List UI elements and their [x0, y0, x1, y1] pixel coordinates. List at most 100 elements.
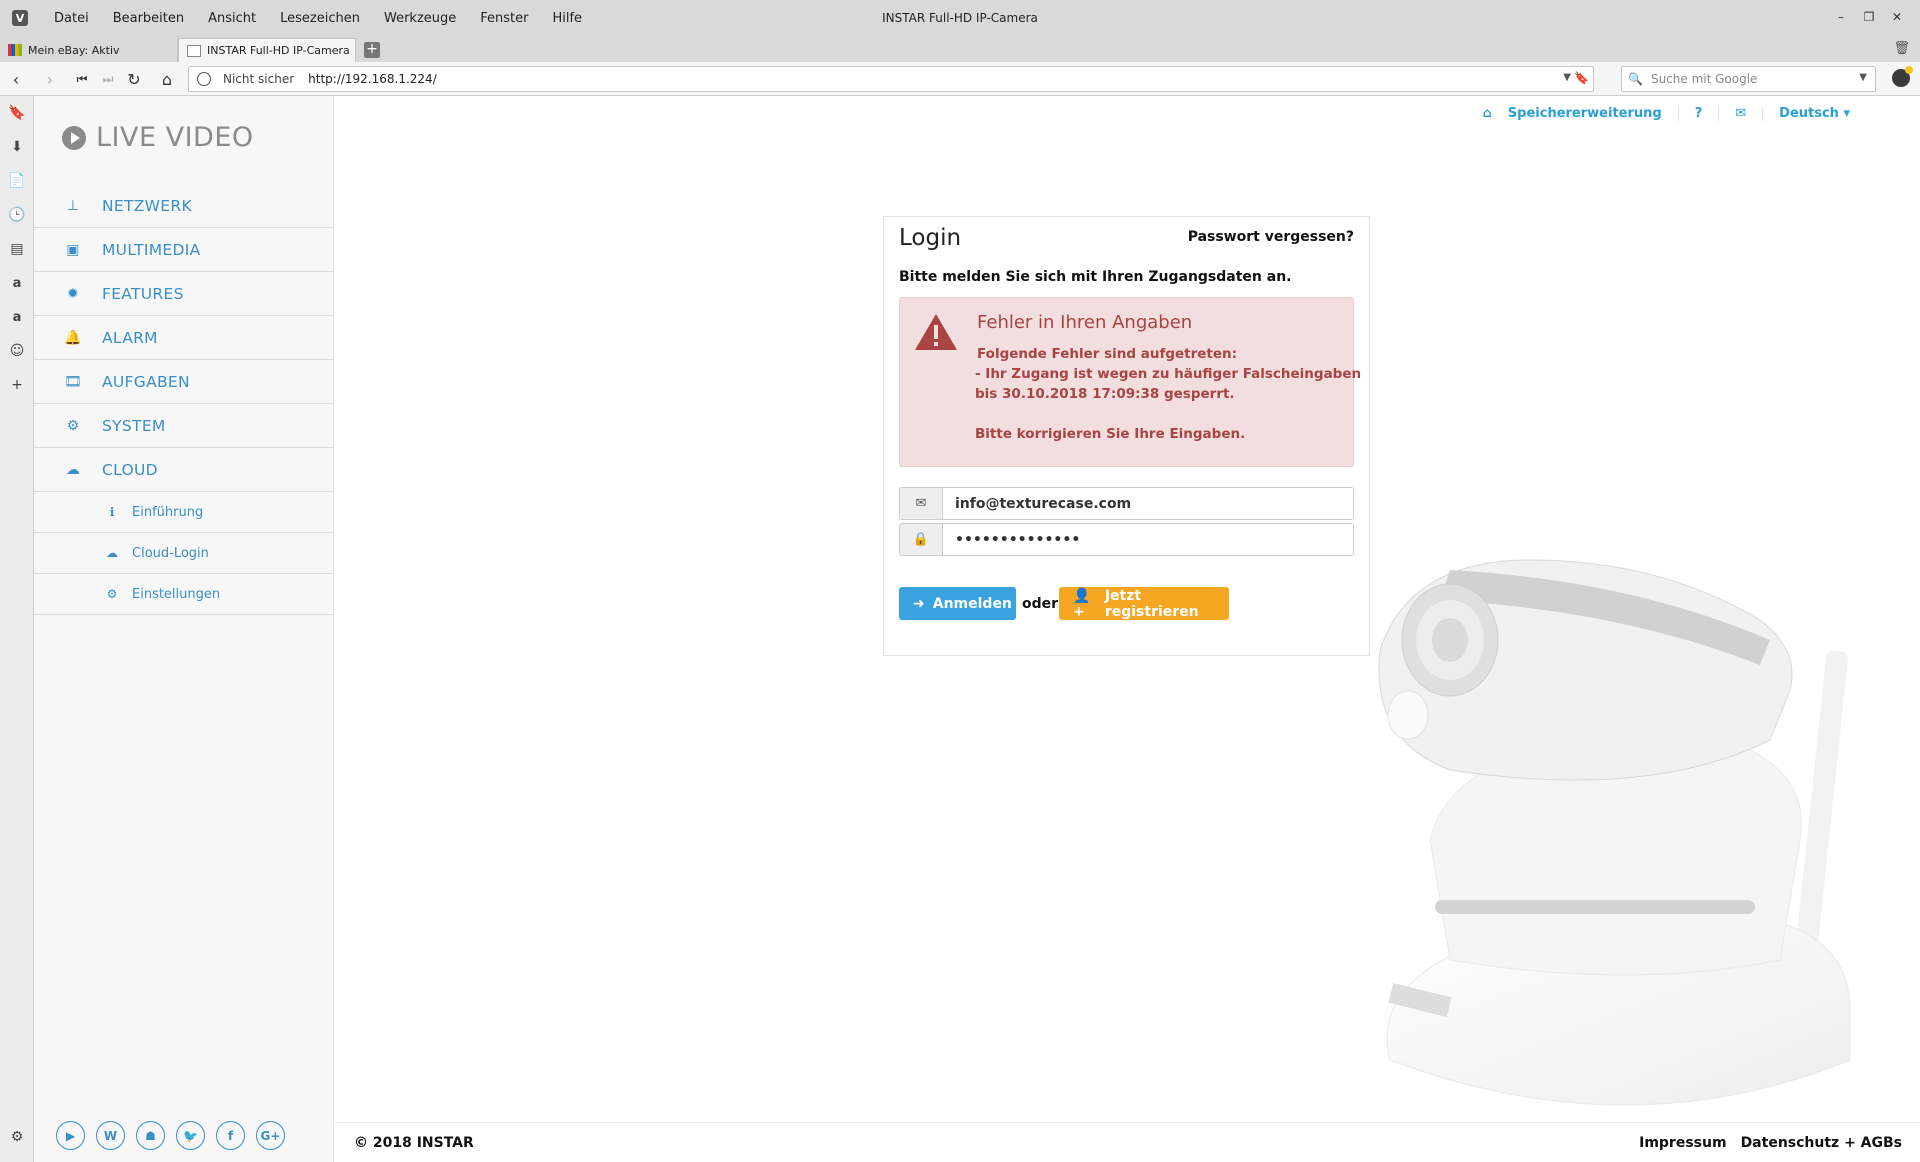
menu-hilfe[interactable]: Hilfe	[552, 11, 582, 26]
email-field[interactable]	[943, 488, 1353, 519]
twitter-icon[interactable]: 🐦	[176, 1121, 205, 1150]
security-label[interactable]: Nicht sicher	[223, 72, 294, 86]
restore-icon[interactable]: ❐	[1858, 6, 1880, 28]
bell-icon: 🔔	[64, 329, 82, 346]
reload-icon[interactable]: ↻	[124, 69, 144, 89]
language-dropdown[interactable]: Deutsch ▾	[1779, 106, 1850, 121]
facebook-icon[interactable]: f	[216, 1121, 245, 1150]
rewind-icon[interactable]: ⏮	[72, 69, 92, 89]
sidebar-subitem-einstellungen[interactable]: ⚙ Einstellungen	[34, 574, 334, 615]
register-button[interactable]: 👤+ Jetzt registrieren	[1059, 587, 1229, 620]
play-icon	[62, 125, 86, 150]
sidebar-subitem-einfuehrung[interactable]: ℹ Einführung	[34, 492, 334, 533]
menu-fenster[interactable]: Fenster	[480, 11, 528, 26]
gear-icon: ⚙	[66, 417, 80, 434]
bookmark-icon[interactable]: 🔖	[1574, 71, 1589, 85]
chevron-down-icon[interactable]: ▼	[1859, 72, 1867, 83]
google-plus-icon[interactable]: G+	[256, 1121, 285, 1150]
live-video-link[interactable]: LIVE VIDEO	[62, 122, 254, 153]
amazon-panel-icon-2[interactable]: a	[0, 300, 34, 334]
password-field[interactable]	[943, 524, 1353, 555]
forgot-password-link[interactable]: Passwort vergessen?	[1188, 229, 1354, 245]
window-panel-icon[interactable]: ▤	[0, 232, 34, 266]
lock-icon: 🔒	[900, 524, 943, 555]
settings-gear-icon[interactable]: ⚙	[0, 1120, 34, 1154]
login-panel: Login Passwort vergessen? Bitte melden S…	[883, 216, 1370, 656]
history-panel-icon[interactable]: 🕒	[0, 198, 34, 232]
sidebar-subitem-label: Einstellungen	[132, 586, 221, 602]
search-input[interactable]	[1650, 72, 1851, 86]
menu-bearbeiten[interactable]: Bearbeiten	[113, 11, 184, 26]
register-button-label: Jetzt registrieren	[1104, 587, 1199, 620]
menu-ansicht[interactable]: Ansicht	[208, 11, 256, 26]
sidebar-item-multimedia[interactable]: ▣ MULTIMEDIA	[34, 228, 334, 272]
image-icon: ▣	[66, 241, 80, 258]
new-tab-button[interactable]: +	[364, 42, 380, 58]
downloads-panel-icon[interactable]: ⬇	[0, 130, 34, 164]
forward-icon[interactable]: ›	[40, 69, 60, 89]
camera-sidebar: LIVE VIDEO ⊥ NETZWERK ▣ MULTIMEDIA ✹ FEA…	[34, 96, 334, 1162]
page-footer: © 2018 INSTAR Impressum Datenschutz + AG…	[335, 1122, 1920, 1162]
trash-icon[interactable]: 🗑	[1893, 41, 1910, 56]
reddit-panel-icon[interactable]: ☺	[0, 334, 34, 368]
sidebar-item-label: ALARM	[102, 328, 158, 347]
close-icon[interactable]: ✕	[1886, 6, 1908, 28]
login-button-label: Anmelden	[932, 595, 1012, 612]
language-label: Deutsch	[1779, 106, 1839, 121]
url-text[interactable]: http://192.168.1.224/	[308, 72, 437, 86]
sidebar-subitem-cloud-login[interactable]: ☁ Cloud-Login	[34, 533, 334, 574]
privacy-link[interactable]: Datenschutz + AGBs	[1741, 1135, 1902, 1151]
alert-line: Folgende Fehler sind aufgetreten:	[977, 346, 1238, 362]
alert-heading: Fehler in Ihren Angaben	[977, 312, 1193, 333]
tab-label: Mein eBay: Aktiv	[28, 43, 120, 57]
add-panel-icon[interactable]: +	[0, 368, 34, 402]
footer-links: Impressum Datenschutz + AGBs	[1639, 1135, 1902, 1151]
youtube-icon[interactable]: ▶	[56, 1121, 85, 1150]
sitemap-icon: ⊥	[66, 197, 80, 214]
sidebar-menu: ⊥ NETZWERK ▣ MULTIMEDIA ✹ FEATURES 🔔 ALA…	[34, 184, 334, 615]
film-icon: 🎞	[64, 373, 83, 390]
extension-icon[interactable]	[1892, 66, 1913, 87]
sidebar-item-system[interactable]: ⚙ SYSTEM	[34, 404, 334, 448]
cog-icon: ✹	[66, 285, 80, 302]
menu-werkzeuge[interactable]: Werkzeuge	[384, 11, 456, 26]
sidebar-item-netzwerk[interactable]: ⊥ NETZWERK	[34, 184, 334, 228]
search-icon: 🔍	[1628, 72, 1643, 86]
fast-forward-icon[interactable]: ⏭	[98, 69, 118, 89]
login-button[interactable]: ➜ Anmelden	[899, 587, 1016, 620]
wordpress-icon[interactable]: W	[96, 1121, 125, 1150]
menu-bar: V Datei Bearbeiten Ansicht Lesezeichen W…	[0, 0, 1920, 36]
notes-panel-icon[interactable]: 📄	[0, 164, 34, 198]
back-icon[interactable]: ‹	[6, 69, 26, 89]
envelope-icon[interactable]: ✉	[1735, 106, 1746, 121]
sidebar-item-label: SYSTEM	[102, 416, 166, 435]
url-field[interactable]: Nicht sicher http://192.168.1.224/ ▼ 🔖	[188, 66, 1594, 92]
sidebar-item-label: CLOUD	[102, 460, 158, 479]
storage-link[interactable]: Speichererweiterung	[1508, 106, 1662, 121]
search-field[interactable]: 🔍 ▼	[1621, 66, 1876, 92]
chevron-down-icon[interactable]: ▼	[1563, 72, 1571, 83]
impressum-link[interactable]: Impressum	[1639, 1135, 1726, 1151]
login-instructions: Bitte melden Sie sich mit Ihren Zugangsd…	[899, 269, 1292, 285]
amazon-panel-icon[interactable]: a	[0, 266, 34, 300]
sidebar-item-aufgaben[interactable]: 🎞 AUFGABEN	[34, 360, 334, 404]
bookmarks-panel-icon[interactable]: 🔖	[0, 96, 34, 130]
sidebar-item-features[interactable]: ✹ FEATURES	[34, 272, 334, 316]
user-plus-icon: 👤+	[1073, 587, 1091, 620]
browser-side-panel: 🔖 ⬇ 📄 🕒 ▤ a a ☺ + ⚙	[0, 96, 34, 1162]
tab-instar[interactable]: INSTAR Full-HD IP-Camera	[178, 38, 356, 62]
vivaldi-logo-icon[interactable]: V	[12, 10, 28, 26]
sidebar-item-cloud[interactable]: ☁ CLOUD	[34, 448, 334, 492]
minimize-icon[interactable]: –	[1830, 6, 1852, 28]
menu-lesezeichen[interactable]: Lesezeichen	[280, 11, 360, 26]
android-icon[interactable]: ☗	[136, 1121, 165, 1150]
home-icon[interactable]: ⌂	[157, 69, 177, 89]
cogs-icon: ⚙	[106, 587, 118, 601]
insecure-icon[interactable]	[197, 72, 211, 86]
tab-ebay[interactable]: Mein eBay: Aktiv	[0, 38, 178, 62]
sidebar-item-alarm[interactable]: 🔔 ALARM	[34, 316, 334, 360]
alert-line: Bitte korrigieren Sie Ihre Eingaben.	[975, 426, 1246, 442]
help-link[interactable]: ?	[1695, 106, 1703, 121]
menu-datei[interactable]: Datei	[54, 11, 89, 26]
home-icon[interactable]: ⌂	[1482, 106, 1491, 121]
